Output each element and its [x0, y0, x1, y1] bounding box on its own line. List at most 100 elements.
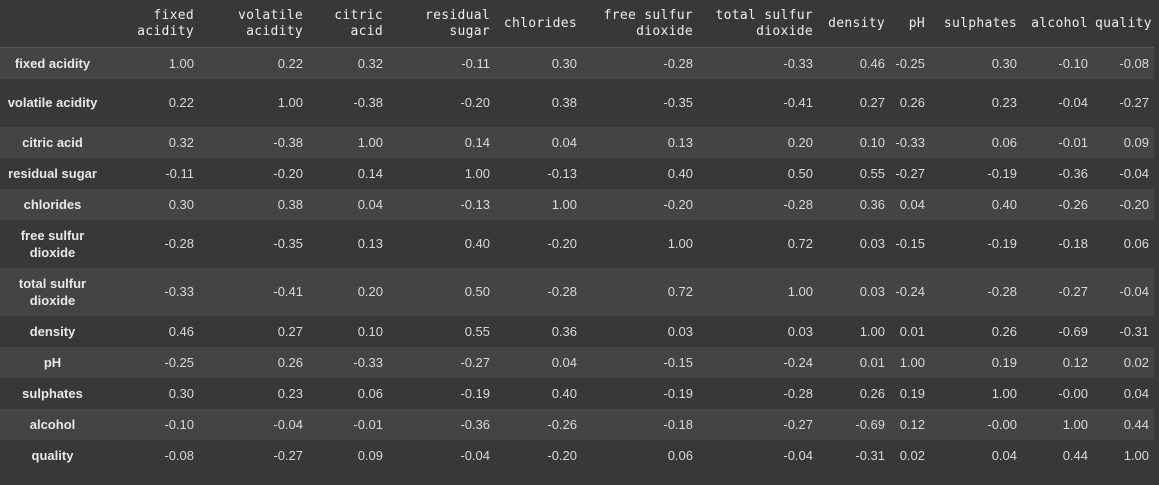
table-row: density 0.46 0.27 0.10 0.55 0.36 0.03 0.03 1.00 0…: [0, 315, 1154, 347]
table-cell: 0.30: [991, 55, 1017, 71]
table-cell: -0.04: [783, 447, 813, 463]
table-cell: -0.36: [1058, 165, 1088, 181]
table-cell: -0.33: [895, 134, 925, 150]
table-cell: -0.27: [460, 354, 490, 370]
table-cell: 0.22: [277, 55, 303, 71]
table-cell: -0.28: [547, 284, 577, 299]
table-cell: 0.26: [859, 385, 885, 401]
table-cell: -0.28: [783, 196, 813, 212]
table-cell: -0.11: [461, 55, 490, 71]
table-cell: 1.00: [1062, 416, 1088, 432]
table-cell: -0.19: [987, 165, 1017, 181]
table-cell: 0.19: [991, 354, 1017, 370]
table-cell: 0.04: [357, 196, 383, 212]
table-cell: -0.20: [663, 196, 693, 212]
table-cell: -0.04: [273, 416, 303, 432]
table-cell: 0.06: [1123, 236, 1149, 251]
table-cell: -0.10: [164, 416, 194, 432]
table-cell: -0.13: [460, 196, 490, 212]
table-row: total sulfur dioxide -0.33 -0.41 0.20 0.50 -0…: [0, 267, 1154, 316]
corner-cell: [0, 0, 108, 48]
table-cell: 0.55: [859, 165, 885, 181]
table-cell: -0.08: [1119, 55, 1149, 71]
table-cell: 0.03: [859, 236, 885, 251]
column-header: quality: [1093, 0, 1154, 48]
table-cell: -0.25: [164, 354, 194, 370]
table-cell: -0.20: [547, 236, 577, 251]
table-cell: 1.00: [168, 55, 194, 71]
table-cell: -0.28: [663, 55, 693, 71]
table-cell: 1.00: [667, 236, 693, 251]
table-cell: -0.01: [1058, 134, 1088, 150]
table-cell: -0.27: [895, 165, 925, 181]
table-cell: -0.38: [273, 134, 303, 150]
column-header: citric acid: [308, 0, 388, 48]
table-row: chlorides 0.30 0.38 0.04 -0.13 1.00 -0.20 -0.28…: [0, 188, 1154, 220]
table-cell: 0.02: [1123, 354, 1149, 370]
table-body: fixed acidity 1.00 0.22 0.32 -0.11 0.30 -0.28 -…: [0, 47, 1154, 471]
table-cell: 1.00: [787, 284, 813, 299]
table-header: fixed acidity volatile acidity citric ac…: [0, 0, 1154, 48]
table-cell: -0.35: [273, 236, 303, 251]
table-cell: 0.09: [1123, 134, 1149, 150]
table-cell: 0.03: [787, 323, 813, 339]
table-cell: 1.00: [1123, 447, 1149, 463]
table-cell: -0.28: [164, 236, 194, 251]
table-cell: -0.20: [1119, 196, 1149, 212]
table-cell: -0.25: [895, 55, 925, 71]
table-cell: -0.00: [987, 416, 1017, 432]
table-cell: 0.38: [551, 95, 577, 110]
row-header: citric acid: [22, 134, 83, 150]
table-cell: 0.36: [551, 323, 577, 339]
table-row: residual sugar -0.11 -0.20 0.14 1.00 -0.13 0.4…: [0, 157, 1154, 189]
row-header: total sulfur dioxide: [18, 275, 87, 308]
table-cell: 0.20: [787, 134, 813, 150]
table-cell: 0.04: [551, 354, 577, 370]
table-cell: 0.46: [859, 55, 885, 71]
table-cell: -0.15: [895, 236, 925, 251]
table-cell: -0.01: [353, 416, 383, 432]
column-header: residual sugar: [388, 0, 495, 48]
table-cell: 0.01: [859, 354, 885, 370]
table-cell: -0.31: [855, 447, 885, 463]
row-header: sulphates: [22, 385, 83, 401]
table-cell: -0.10: [1058, 55, 1088, 71]
correlation-table: fixed acidity volatile acidity citric ac…: [0, 0, 1154, 471]
table-cell: 0.40: [464, 236, 490, 251]
table-cell: 0.26: [991, 323, 1017, 339]
table-cell: -0.24: [783, 354, 813, 370]
table-cell: -0.13: [547, 165, 577, 181]
table-row: alcohol -0.10 -0.04 -0.01 -0.36 -0.26 -0.18 -0.…: [0, 408, 1154, 440]
table-cell: 1.00: [859, 323, 885, 339]
table-cell: -0.27: [783, 416, 813, 432]
table-cell: -0.11: [165, 165, 194, 181]
table-cell: -0.26: [1058, 196, 1088, 212]
column-header: free sulfur dioxide: [582, 0, 698, 48]
row-header: residual sugar: [8, 165, 97, 181]
table-cell: 0.04: [1123, 385, 1149, 401]
column-header: volatile acidity: [199, 0, 308, 48]
column-header: pH: [890, 0, 930, 48]
table-cell: 0.40: [667, 165, 693, 181]
table-cell: 0.40: [991, 196, 1017, 212]
table-cell: -0.18: [1058, 236, 1088, 251]
table-cell: 0.04: [899, 196, 925, 212]
column-header: chlorides: [495, 0, 582, 48]
table-cell: 0.30: [168, 385, 194, 401]
table-cell: 0.30: [168, 196, 194, 212]
table-cell: -0.19: [987, 236, 1017, 251]
table-row: free sulfur dioxide -0.28 -0.35 0.13 0.40 -0.…: [0, 219, 1154, 268]
table-cell: -0.69: [1058, 323, 1088, 339]
table-cell: -0.35: [663, 95, 693, 110]
column-header: sulphates: [930, 0, 1022, 48]
table-row: volatile acidity 0.22 1.00 -0.38 -0.20 0.38 -0…: [0, 78, 1154, 127]
table-cell: 0.32: [357, 55, 383, 71]
table-cell: -0.28: [783, 385, 813, 401]
row-header: quality: [31, 447, 74, 463]
table-cell: 0.04: [991, 447, 1017, 463]
table-cell: 0.06: [991, 134, 1017, 150]
table-cell: -0.04: [1119, 284, 1149, 299]
table-cell: 0.46: [168, 323, 194, 339]
table-cell: 0.19: [899, 385, 925, 401]
table-cell: 0.13: [357, 236, 383, 251]
